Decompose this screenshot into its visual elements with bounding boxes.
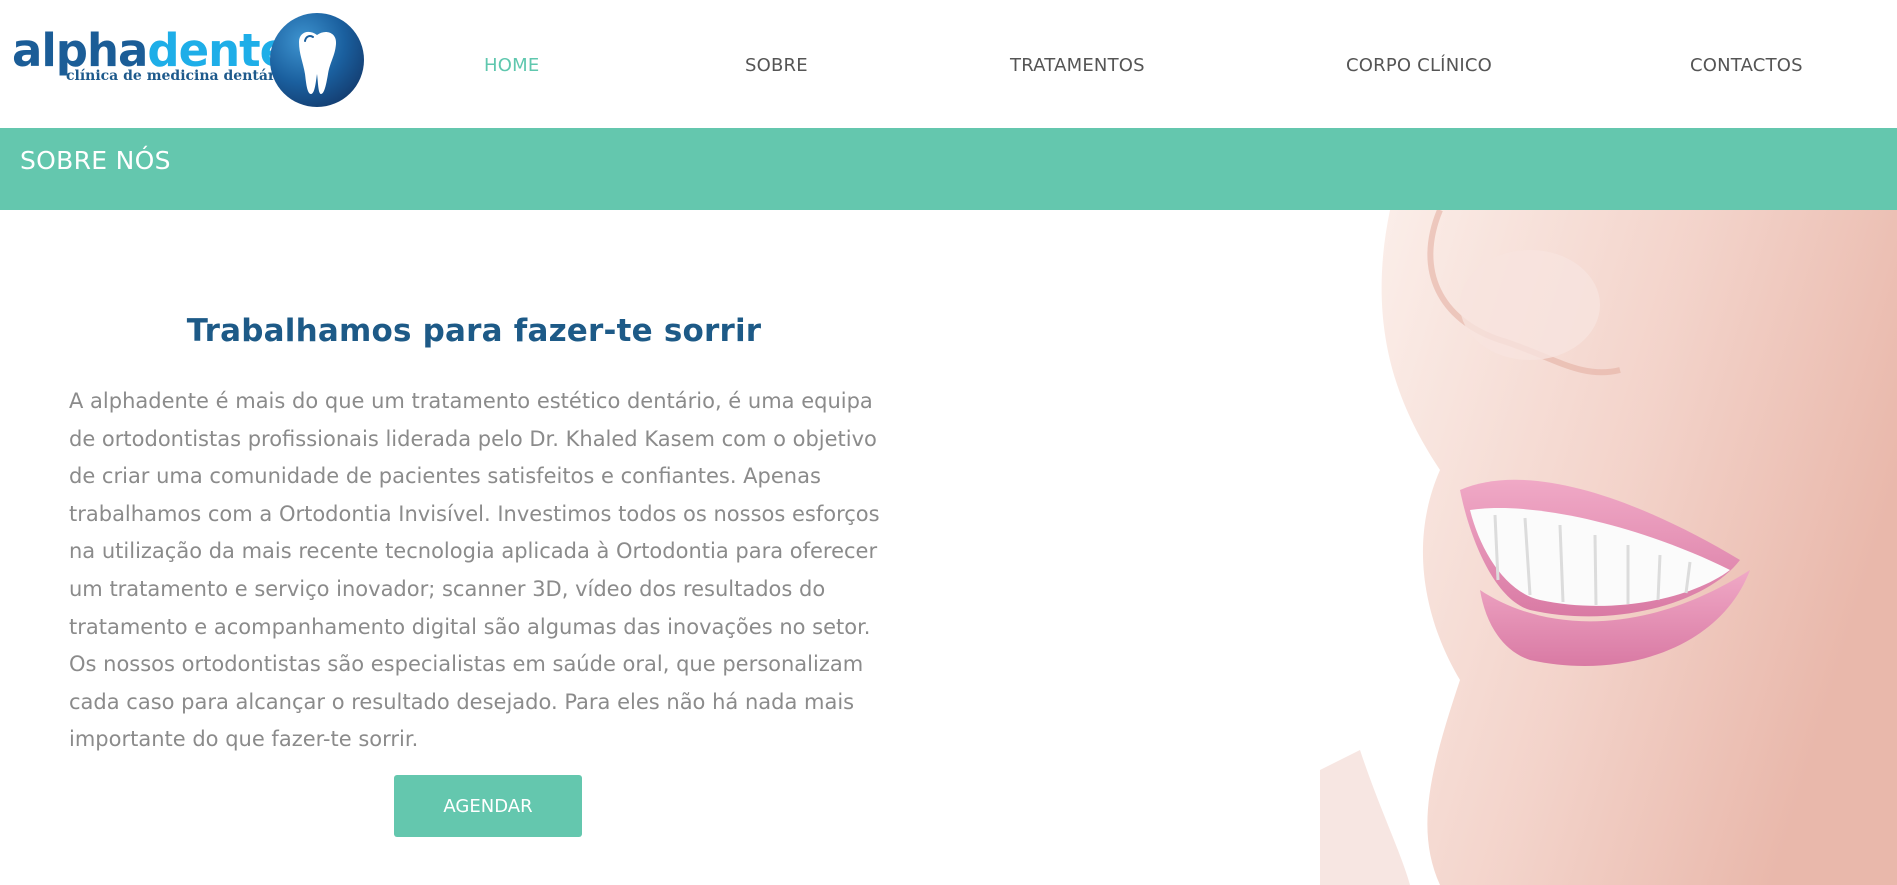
section-banner: SOBRE NÓS xyxy=(0,128,1897,210)
agendar-button[interactable]: AGENDAR xyxy=(394,775,582,837)
paragraph-line: de criar uma comunidade de pacientes sat… xyxy=(69,464,821,489)
paragraph-line: importante do que fazer-te sorrir. xyxy=(69,727,419,752)
nav-tratamentos[interactable]: TRATAMENTOS xyxy=(1010,55,1145,76)
nav-corpo-clinico[interactable]: CORPO CLÍNICO xyxy=(1346,55,1492,76)
page-heading: Trabalhamos para fazer-te sorrir xyxy=(186,312,762,349)
paragraph-line: cada caso para alcançar o resultado dese… xyxy=(69,689,855,714)
about-paragraph: A alphadente é mais do que um tratamento… xyxy=(69,383,889,759)
paragraph-line: na utilização da mais recente tecnologia… xyxy=(69,539,878,564)
paragraph-line: Os nossos ortodontistas são especialista… xyxy=(69,652,864,677)
paragraph-line: A alphadente é mais do que um tratamento… xyxy=(69,389,873,413)
smile-photo xyxy=(1320,210,1897,885)
paragraph-line: de ortodontistas profissionais liderada … xyxy=(69,426,877,451)
banner-title: SOBRE NÓS xyxy=(20,146,171,175)
nav-home[interactable]: HOME xyxy=(484,55,539,76)
paragraph-line: tratamento e acompanhamento digital são … xyxy=(69,614,871,639)
paragraph-line: trabalhamos com a Ortodontia Invisível. … xyxy=(69,501,880,526)
main-nav: HOME SOBRE TRATAMENTOS CORPO CLÍNICO CON… xyxy=(0,55,1897,79)
nav-contactos[interactable]: CONTACTOS xyxy=(1690,55,1803,76)
nav-sobre[interactable]: SOBRE xyxy=(745,55,808,76)
site-header: alphadente clínica de medicina dentária … xyxy=(0,0,1897,128)
paragraph-line: um tratamento e serviço inovador; scanne… xyxy=(69,576,826,601)
